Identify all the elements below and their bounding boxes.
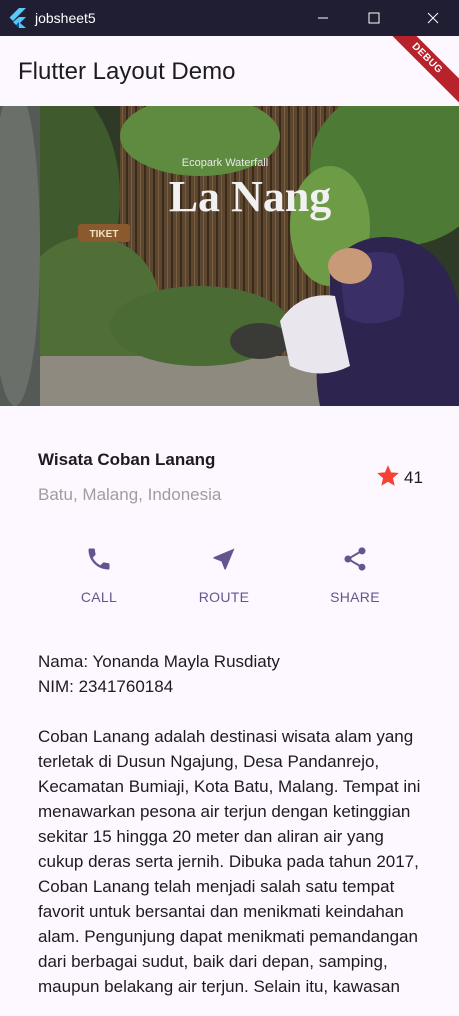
flutter-logo-icon: [9, 8, 26, 28]
near-me-icon: [213, 548, 235, 570]
place-location: Batu, Malang, Indonesia: [38, 485, 222, 504]
call-label: CALL: [80, 589, 118, 605]
route-label: ROUTE: [198, 589, 250, 605]
maximize-icon: [368, 12, 380, 24]
minimize-icon: [318, 17, 328, 19]
close-icon: [427, 12, 439, 24]
student-name: Nama: Yonanda Mayla Rusdiaty: [38, 652, 280, 671]
minimize-button[interactable]: [300, 0, 346, 36]
close-button[interactable]: [410, 0, 456, 36]
share-button[interactable]: SHARE: [310, 545, 400, 615]
route-button[interactable]: ROUTE: [179, 545, 269, 615]
ticket-sign: TIKET: [90, 229, 119, 240]
share-icon: [344, 547, 366, 571]
hero-image: Ecopark Waterfall La Nang TIKET: [0, 106, 459, 406]
window-title: jobsheet5: [35, 10, 96, 26]
app-bar: Flutter Layout Demo DEBUG: [0, 36, 459, 106]
place-name: Wisata Coban Lanang: [38, 450, 216, 469]
sign-text: La Nang: [169, 172, 332, 221]
star-icon[interactable]: [375, 463, 401, 489]
sign-subtitle: Ecopark Waterfall: [182, 157, 268, 169]
maximize-button[interactable]: [351, 0, 397, 36]
page-title: Flutter Layout Demo: [18, 58, 236, 85]
call-button[interactable]: CALL: [54, 545, 144, 615]
text-section: Nama: Yonanda Mayla Rusdiaty NIM: 234176…: [38, 649, 422, 999]
description: Coban Lanang adalah destinasi wisata ala…: [38, 727, 421, 996]
share-label: SHARE: [330, 589, 380, 605]
window-titlebar[interactable]: jobsheet5: [0, 0, 459, 36]
title-section: Wisata Coban Lanang Batu, Malang, Indone…: [0, 406, 459, 526]
waterfall-photo: Ecopark Waterfall La Nang TIKET: [0, 106, 459, 406]
phone-icon: [88, 548, 110, 570]
favorite-count: 41: [404, 468, 423, 487]
debug-banner: DEBUG: [378, 36, 459, 106]
student-nim: NIM: 2341760184: [38, 677, 174, 696]
